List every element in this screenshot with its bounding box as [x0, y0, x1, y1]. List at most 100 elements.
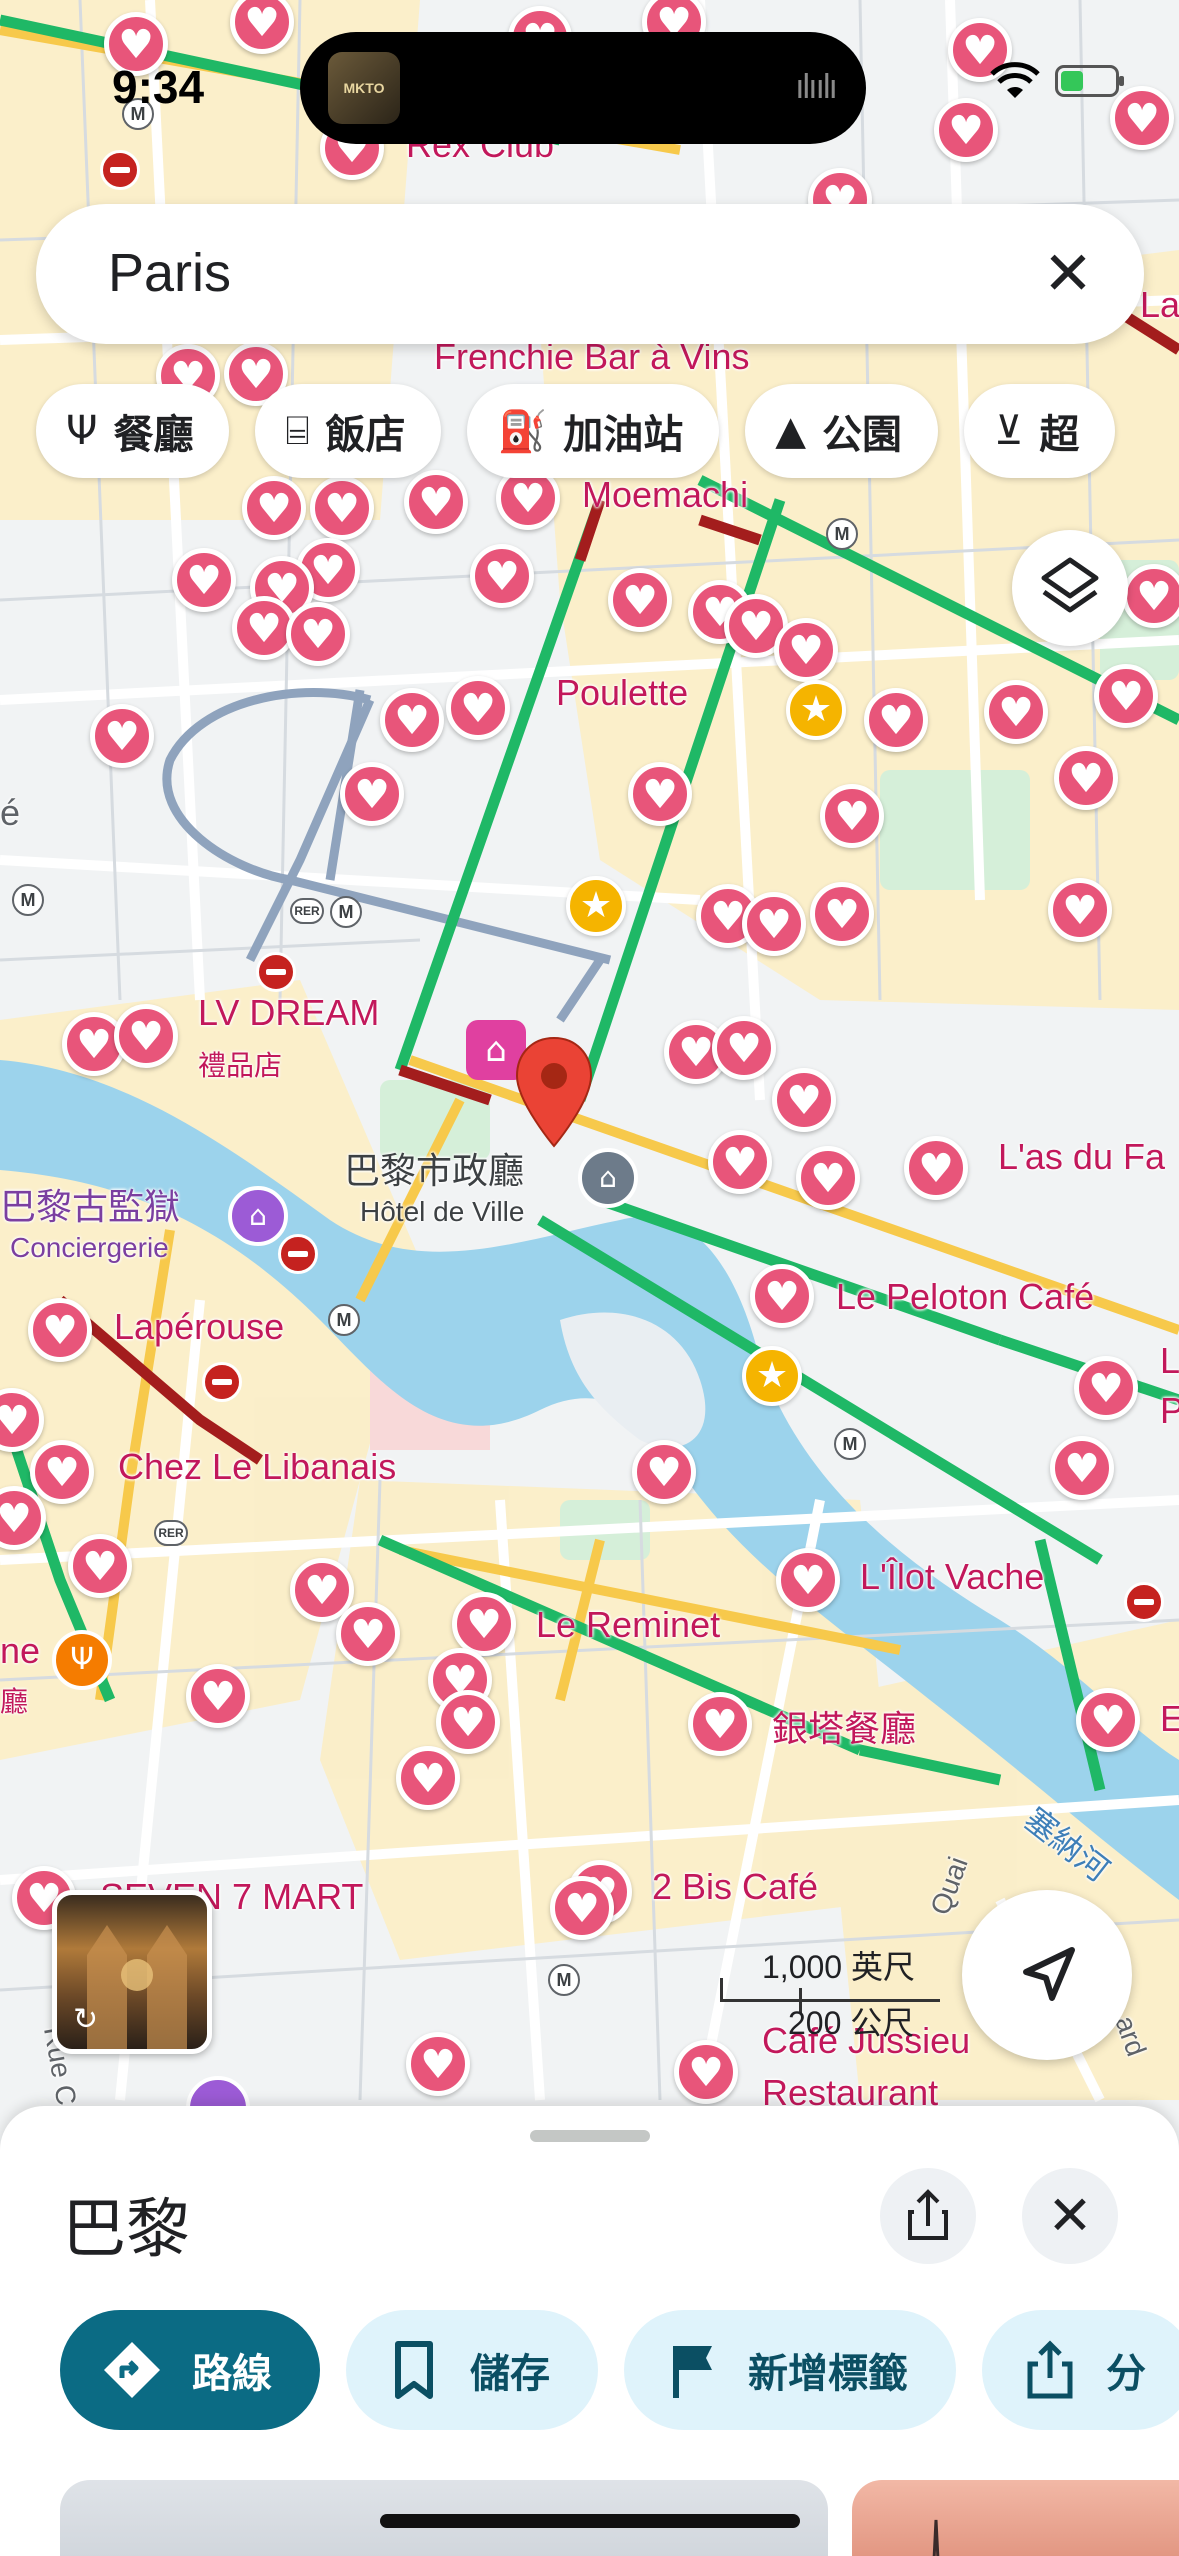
add-label-button[interactable]: 新增標籤 [624, 2310, 956, 2430]
chip-gas-stations[interactable]: ⛽ 加油站 [467, 384, 720, 478]
layers-button[interactable] [1012, 530, 1128, 646]
saved-place-pin[interactable] [742, 892, 806, 956]
saved-place-pin[interactable] [172, 548, 236, 612]
saved-place-pin[interactable] [1048, 878, 1112, 942]
saved-place-pin[interactable] [810, 882, 874, 946]
chip-hotels[interactable]: ⌸ 飯店 [255, 384, 442, 478]
saved-place-pin[interactable] [310, 476, 374, 540]
close-sheet-button[interactable]: ✕ [1022, 2168, 1118, 2264]
saved-place-pin[interactable] [820, 784, 884, 848]
metro-station-icon[interactable]: M [12, 884, 44, 916]
saved-place-pin[interactable] [436, 1690, 500, 1754]
saved-place-pin[interactable] [608, 568, 672, 632]
saved-place-pin[interactable] [750, 1264, 814, 1328]
my-location-button[interactable] [962, 1890, 1132, 2060]
saved-place-pin[interactable] [0, 1486, 46, 1550]
saved-place-pin[interactable] [404, 470, 468, 534]
saved-place-pin[interactable] [1110, 86, 1174, 150]
saved-place-pin[interactable] [1054, 746, 1118, 810]
place-bottom-sheet[interactable]: 巴黎 ✕ 路線 儲存 新增標籤 分 [0, 2106, 1179, 2556]
search-input[interactable]: Paris [108, 242, 231, 304]
share-button[interactable] [880, 2168, 976, 2264]
saved-place-pin[interactable] [396, 1746, 460, 1810]
map-label[interactable]: 2 Bis Café [652, 1866, 818, 1908]
sheet-grabber[interactable] [530, 2130, 650, 2142]
street-view-thumbnail[interactable]: ↻ [52, 1890, 212, 2054]
map-label[interactable]: 銀塔餐廳 [772, 1700, 916, 1752]
saved-place-pin[interactable] [114, 1004, 178, 1068]
map-label[interactable]: Le Reminet [536, 1604, 720, 1646]
saved-place-pin[interactable] [380, 688, 444, 752]
saved-place-pin[interactable] [406, 2032, 470, 2096]
saved-place-pin[interactable] [934, 98, 998, 162]
landmark-marker-icon[interactable]: ⌂ [578, 1148, 638, 1208]
saved-place-pin[interactable] [984, 680, 1048, 744]
map-label[interactable]: Hôtel de Ville [360, 1196, 524, 1228]
close-icon[interactable]: ✕ [1028, 234, 1108, 314]
saved-place-pin[interactable] [712, 1016, 776, 1080]
saved-place-pin[interactable] [774, 618, 838, 682]
map-label[interactable]: L'as du Fa [998, 1136, 1165, 1178]
metro-station-icon[interactable]: M [330, 896, 362, 928]
rer-station-icon[interactable]: RER [154, 1520, 188, 1546]
saved-place-pin[interactable] [90, 704, 154, 768]
place-photo[interactable] [852, 2480, 1179, 2556]
saved-place-pin[interactable] [708, 1130, 772, 1194]
saved-place-pin[interactable] [452, 1592, 516, 1656]
saved-place-pin[interactable] [230, 0, 294, 54]
saved-place-pin[interactable] [674, 2040, 738, 2104]
saved-place-pin[interactable] [796, 1146, 860, 1210]
saved-place-pin[interactable] [1050, 1436, 1114, 1500]
share-action-button[interactable]: 分 [982, 2310, 1179, 2430]
rer-station-icon[interactable]: RER [290, 898, 324, 924]
search-bar[interactable]: Paris ✕ [36, 204, 1144, 344]
map-label[interactable]: Le Peloton Café [836, 1276, 1094, 1318]
map-label[interactable]: La [1140, 284, 1179, 326]
saved-place-pin[interactable] [0, 1388, 44, 1452]
saved-place-pin[interactable] [68, 1534, 132, 1598]
saved-place-pin[interactable] [446, 676, 510, 740]
metro-station-icon[interactable]: M [328, 1304, 360, 1336]
saved-place-pin[interactable] [286, 602, 350, 666]
selected-location-pin-icon[interactable] [514, 1036, 594, 1148]
starred-place-marker[interactable]: ★ [566, 876, 626, 936]
saved-place-pin[interactable] [776, 1548, 840, 1612]
map-label[interactable]: Chez Le Libanais [118, 1446, 396, 1488]
saved-place-pin[interactable] [28, 1298, 92, 1362]
saved-place-pin[interactable] [336, 1602, 400, 1666]
saved-place-pin[interactable] [688, 1692, 752, 1756]
saved-place-pin[interactable] [1122, 564, 1179, 628]
map-label[interactable]: Lapérouse [114, 1306, 284, 1348]
metro-station-icon[interactable]: M [826, 518, 858, 550]
restaurant-marker-icon[interactable]: Ψ [52, 1630, 112, 1690]
map-label[interactable]: 巴黎市政廳 [344, 1142, 524, 1194]
dynamic-island[interactable]: MKTO ılıılı [300, 32, 866, 144]
saved-place-pin[interactable] [628, 762, 692, 826]
saved-place-pin[interactable] [186, 1664, 250, 1728]
metro-station-icon[interactable]: M [548, 1964, 580, 1996]
directions-button[interactable]: 路線 [60, 2310, 320, 2430]
saved-place-pin[interactable] [864, 688, 928, 752]
museum-marker-icon[interactable]: ⌂ [228, 1186, 288, 1246]
saved-place-pin[interactable] [470, 544, 534, 608]
map-label[interactable]: Poulette [556, 672, 688, 714]
map-label[interactable]: LV DREAM [198, 992, 379, 1034]
saved-place-pin[interactable] [242, 476, 306, 540]
map-label[interactable]: Moemachi [582, 474, 748, 516]
saved-place-pin[interactable] [550, 1876, 614, 1940]
starred-place-marker[interactable]: ★ [786, 680, 846, 740]
saved-place-pin[interactable] [772, 1068, 836, 1132]
saved-place-pin[interactable] [1094, 664, 1158, 728]
starred-place-marker[interactable]: ★ [742, 1346, 802, 1406]
saved-place-pin[interactable] [904, 1136, 968, 1200]
saved-place-pin[interactable] [1076, 1688, 1140, 1752]
chip-supermarkets[interactable]: ⊻ 超 [964, 384, 1116, 478]
map-label[interactable]: L'Îlot Vache [860, 1556, 1044, 1598]
chip-restaurants[interactable]: Ψ 餐廳 [36, 384, 230, 478]
saved-place-pin[interactable] [1074, 1356, 1138, 1420]
save-button[interactable]: 儲存 [346, 2310, 598, 2430]
map-label[interactable]: Conciergerie [10, 1232, 169, 1264]
metro-station-icon[interactable]: M [834, 1428, 866, 1460]
home-indicator[interactable] [380, 2514, 800, 2528]
saved-place-pin[interactable] [632, 1440, 696, 1504]
